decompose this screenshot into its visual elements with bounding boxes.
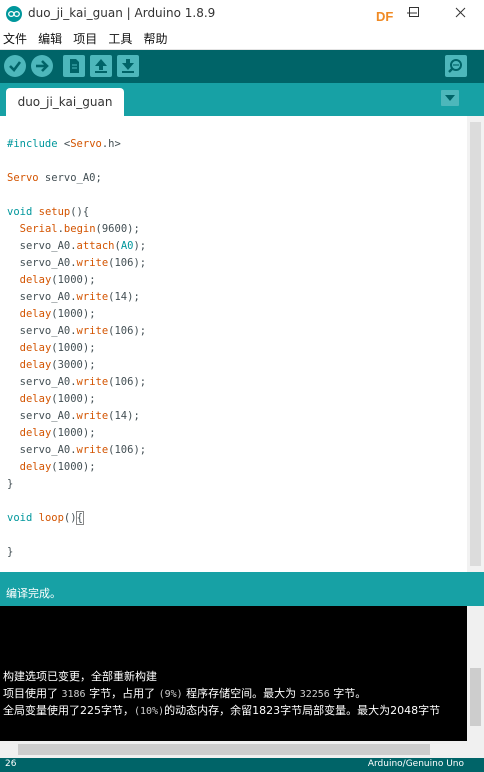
code-line-17: servo_A0.write(14);	[7, 410, 140, 422]
close-icon[interactable]	[449, 3, 473, 23]
open-icon[interactable]	[90, 55, 112, 77]
code-line-7: servo_A0.attach(A0);	[7, 240, 147, 252]
board-name: Arduino/Genuino Uno	[367, 759, 464, 769]
df-badge: DF	[376, 9, 394, 24]
code-line-25: }	[7, 546, 14, 558]
console-text: 程序存储空间。最大为	[182, 687, 300, 700]
console-number: (10%)	[134, 706, 165, 717]
console-text: 字节。	[329, 687, 367, 700]
code-line-5: void setup(){	[7, 206, 90, 218]
console-text: 项目使用了	[3, 687, 62, 700]
console-number: 32256	[299, 689, 330, 700]
code-line-21: }	[7, 478, 14, 490]
code-editor[interactable]: #include <Servo.h> Servo servo_A0; void …	[0, 116, 467, 572]
editor-console-divider[interactable]	[0, 572, 484, 580]
scrollbar-corner	[467, 741, 484, 758]
code-line-11: delay(1000);	[19, 308, 96, 320]
menu-tools[interactable]: 工具	[105, 29, 135, 48]
code-line-10: servo_A0.write(14);	[7, 291, 140, 303]
editor-scroll-thumb[interactable]	[470, 122, 481, 566]
menu-help[interactable]: 帮助	[140, 29, 170, 48]
window-title: duo_ji_kai_guan | Arduino 1.8.9	[28, 6, 216, 20]
console-text: 的动态内存，余留1823字节局部变量。最大为2048字节	[164, 704, 441, 717]
code-line-6: Serial.begin(9600);	[19, 223, 140, 235]
verify-icon[interactable]	[4, 55, 26, 77]
menu-bar: 文件 编辑 项目 工具 帮助	[0, 28, 484, 50]
bottom-status-bar: 26 Arduino/Genuino Uno	[0, 758, 484, 772]
upload-icon[interactable]	[31, 55, 53, 77]
console-number: 3186	[61, 689, 86, 700]
title-bar: duo_ji_kai_guan | Arduino 1.8.9 DF	[0, 0, 484, 28]
code-line-9: delay(1000);	[19, 274, 96, 286]
code-line-20: delay(1000);	[19, 461, 96, 473]
code-line-8: servo_A0.write(106);	[7, 257, 147, 269]
tab-menu-icon[interactable]	[441, 90, 459, 106]
code-line-14: delay(3000);	[19, 359, 96, 371]
console-text: 全局变量使用了225字节，	[3, 704, 134, 717]
code-line-13: delay(1000);	[19, 342, 96, 354]
arduino-logo-icon	[6, 6, 22, 22]
new-icon[interactable]	[63, 55, 85, 77]
code-line-3: Servo servo_A0;	[7, 172, 102, 184]
code-line-18: delay(1000);	[19, 427, 96, 439]
tab-duo-ji-kai-guan[interactable]: duo_ji_kai_guan	[6, 88, 124, 116]
save-icon[interactable]	[117, 55, 139, 77]
console-output: 构建选项已变更，全部重新构建 项目使用了 3186 字节，占用了 (9%) 程序…	[0, 606, 467, 741]
console-line-1: 构建选项已变更，全部重新构建	[3, 670, 157, 683]
code-line-12: servo_A0.write(106);	[7, 325, 147, 337]
code-line-15: servo_A0.write(106);	[7, 376, 147, 388]
serial-monitor-icon[interactable]	[445, 55, 467, 77]
tab-strip: duo_ji_kai_guan	[0, 83, 484, 116]
console-line-3: 全局变量使用了225字节，(10%)的动态内存，余留1823字节局部变量。最大为…	[3, 702, 440, 720]
status-bar: 编译完成。	[0, 580, 484, 606]
code-line-19: servo_A0.write(106);	[7, 444, 147, 456]
line-number: 26	[5, 759, 17, 769]
menu-sketch[interactable]: 项目	[70, 29, 100, 48]
tab-label: duo_ji_kai_guan	[17, 95, 113, 109]
menu-file[interactable]: 文件	[0, 29, 30, 48]
maximize-icon[interactable]	[403, 3, 427, 23]
code-line-1: #include <Servo.h>	[7, 138, 121, 150]
status-message: 编译完成。	[6, 587, 61, 600]
code-line-16: delay(1000);	[19, 393, 96, 405]
code-line-23: void loop(){	[7, 511, 84, 525]
menu-edit[interactable]: 编辑	[35, 29, 65, 48]
console-number: (9%)	[158, 689, 183, 700]
toolbar	[0, 50, 484, 83]
console-text: 字节，占用了	[85, 687, 159, 700]
console-line-2: 项目使用了 3186 字节，占用了 (9%) 程序存储空间。最大为 32256 …	[3, 685, 366, 703]
console-scroll-thumb[interactable]	[470, 668, 481, 726]
console-hscroll-thumb[interactable]	[18, 744, 430, 755]
